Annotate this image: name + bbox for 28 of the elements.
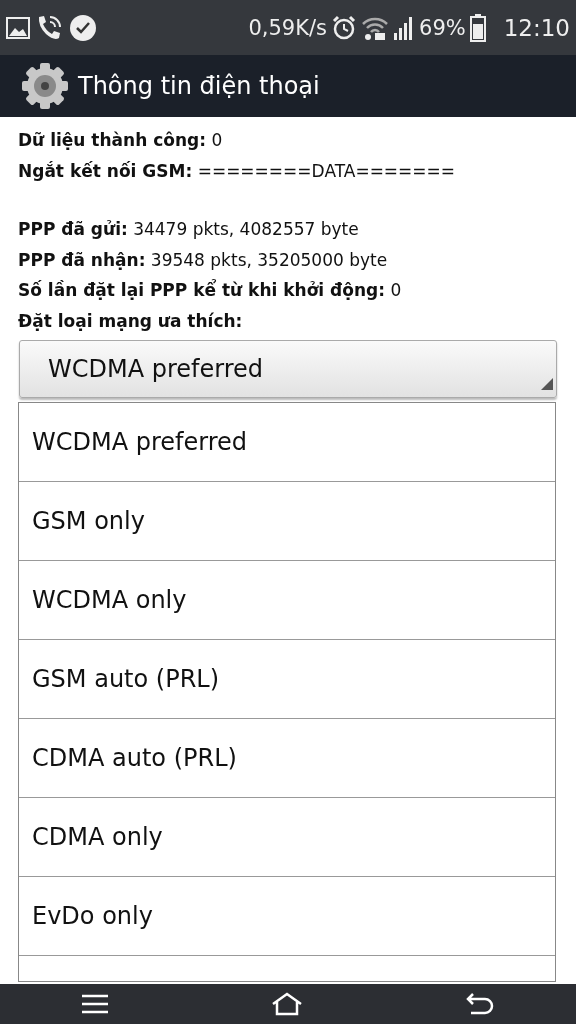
info-line: PPP đã gửi: 34479 pkts, 4082557 byte [18, 218, 360, 241]
info-line: Đặt loại mạng ưa thích: [18, 309, 244, 333]
dropdown-option[interactable]: EvDo only [19, 877, 555, 956]
dropdown-option[interactable]: CDMA only [19, 798, 555, 877]
network-type-dropdown[interactable]: WCDMA preferred [19, 340, 557, 398]
dropdown-option[interactable]: WCDMA preferred [19, 403, 555, 482]
gear-icon [20, 61, 70, 111]
dropdown-option[interactable]: CDMA auto (PRL) [19, 719, 555, 798]
dropdown-corner-icon [541, 378, 553, 390]
network-speed: 0,59K/s [248, 15, 327, 40]
back-icon[interactable] [465, 992, 495, 1016]
dropdown-option[interactable]: GSM auto (PRL) [19, 640, 555, 719]
info-line: Dữ liệu thành công: 0 [18, 129, 224, 152]
home-icon[interactable] [271, 992, 303, 1016]
battery-percent: 69% [419, 15, 466, 40]
info-line: Số lần đặt lại PPP kể từ khi khởi động: 0 [18, 278, 403, 302]
info-line: Ngắt kết nối GSM: ========DATA======= [18, 159, 457, 183]
picture-notification-icon [6, 16, 30, 39]
check-bubble-icon [68, 12, 98, 43]
clock-time: 12:10 [503, 14, 570, 41]
dropdown-option[interactable]: WCDMA only [19, 561, 555, 640]
battery-icon [469, 13, 486, 42]
menu-icon[interactable] [81, 994, 109, 1014]
screen-title: Thông tin điện thoại [78, 72, 320, 100]
dropdown-option[interactable]: GSM only [19, 482, 555, 561]
info-line: PPP đã nhận: 39548 pkts, 35205000 byte [18, 248, 389, 272]
alarm-icon [331, 14, 357, 41]
signal-icon [393, 14, 415, 41]
